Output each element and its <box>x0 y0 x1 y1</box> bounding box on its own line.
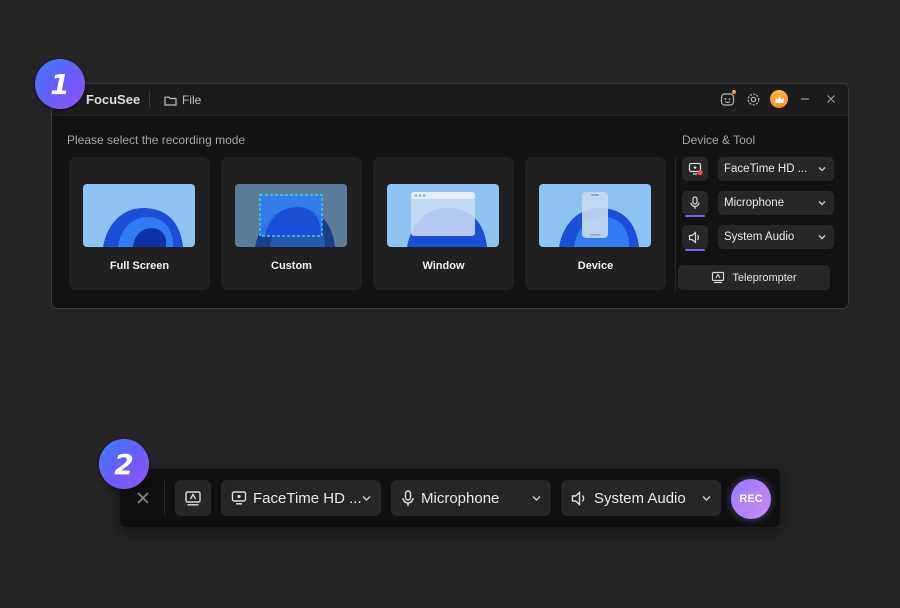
title-actions <box>718 89 840 109</box>
microphone-dropdown[interactable]: Microphone <box>391 480 551 516</box>
active-indicator <box>685 249 705 251</box>
step-badge-2: 2 <box>99 439 149 489</box>
mode-label: Full Screen <box>109 260 170 272</box>
microphone-row: Microphone <box>682 191 834 217</box>
mode-prompt: Please select the recording mode <box>67 133 246 147</box>
camera-select-value: FaceTime HD ... <box>724 163 808 175</box>
microphone-toggle-icon[interactable] <box>682 191 708 217</box>
microphone-select-value: Microphone <box>724 197 785 209</box>
chevron-down-icon <box>818 201 826 206</box>
camera-icon <box>231 490 247 506</box>
camera-select[interactable]: FaceTime HD ... <box>718 157 834 181</box>
device-heading: Device & Tool <box>682 133 756 147</box>
speaker-toggle-icon[interactable] <box>682 225 708 251</box>
file-menu-label: File <box>182 93 202 107</box>
window-thumbnail <box>387 184 499 247</box>
title-divider <box>149 91 150 108</box>
device-thumbnail <box>539 184 651 247</box>
notification-dot <box>732 90 736 94</box>
step-number: 1 <box>50 67 70 101</box>
system-audio-dropdown-value: System Audio <box>594 489 686 507</box>
fullscreen-thumbnail <box>83 184 195 247</box>
chevron-down-icon <box>702 496 711 501</box>
teleprompter-button[interactable]: Teleprompter <box>678 265 830 290</box>
custom-region-thumbnail <box>235 184 347 247</box>
step-badge-1: 1 <box>35 59 85 109</box>
active-indicator <box>685 215 705 217</box>
chevron-down-icon <box>362 496 371 501</box>
toolbar-divider <box>164 481 165 515</box>
teleprompter-icon[interactable] <box>175 480 211 516</box>
teleprompter-label: Teleprompter <box>732 271 797 284</box>
feedback-icon[interactable] <box>718 89 736 109</box>
chevron-down-icon <box>818 235 826 240</box>
camera-dropdown[interactable]: FaceTime HD ... <box>221 480 381 516</box>
record-button[interactable]: REC <box>731 479 771 519</box>
minimize-icon[interactable] <box>796 89 814 109</box>
mode-card-device[interactable]: Device <box>525 157 666 290</box>
settings-icon[interactable] <box>744 89 762 109</box>
app-name: FocuSee <box>86 92 141 107</box>
mode-card-custom[interactable]: Custom <box>221 157 362 290</box>
microphone-icon <box>401 489 415 507</box>
mode-label: Device <box>577 260 614 272</box>
speaker-icon <box>571 490 588 506</box>
system-audio-row: System Audio <box>682 225 834 251</box>
chevron-down-icon <box>818 167 826 172</box>
compact-toolbar: FaceTime HD ... Microphone System Audio … <box>120 469 780 527</box>
title-bar: FocuSee File <box>52 84 848 116</box>
file-menu-button[interactable]: File <box>164 90 201 110</box>
close-icon[interactable] <box>132 487 154 509</box>
record-label: REC <box>739 493 763 505</box>
camera-row: FaceTime HD ... <box>682 157 834 181</box>
teleprompter-icon <box>712 271 725 284</box>
panel-divider <box>675 157 676 292</box>
mode-card-window[interactable]: Window <box>373 157 514 290</box>
step-number: 2 <box>114 447 134 481</box>
mode-label: Custom <box>271 260 312 272</box>
system-audio-dropdown[interactable]: System Audio <box>561 480 721 516</box>
system-audio-select-value: System Audio <box>724 231 795 243</box>
camera-dropdown-value: FaceTime HD ... <box>253 489 362 507</box>
chevron-down-icon <box>532 496 541 501</box>
close-icon[interactable] <box>822 89 840 109</box>
microphone-select[interactable]: Microphone <box>718 191 834 215</box>
folder-icon <box>164 96 177 106</box>
mode-card-full-screen[interactable]: Full Screen <box>69 157 210 290</box>
crown-icon[interactable] <box>770 89 788 109</box>
camera-toggle-icon[interactable] <box>682 157 708 181</box>
mode-label: Window <box>422 260 465 272</box>
system-audio-select[interactable]: System Audio <box>718 225 834 249</box>
recorder-window: FocuSee File Please select the recording… <box>51 83 849 309</box>
microphone-dropdown-value: Microphone <box>421 489 500 507</box>
